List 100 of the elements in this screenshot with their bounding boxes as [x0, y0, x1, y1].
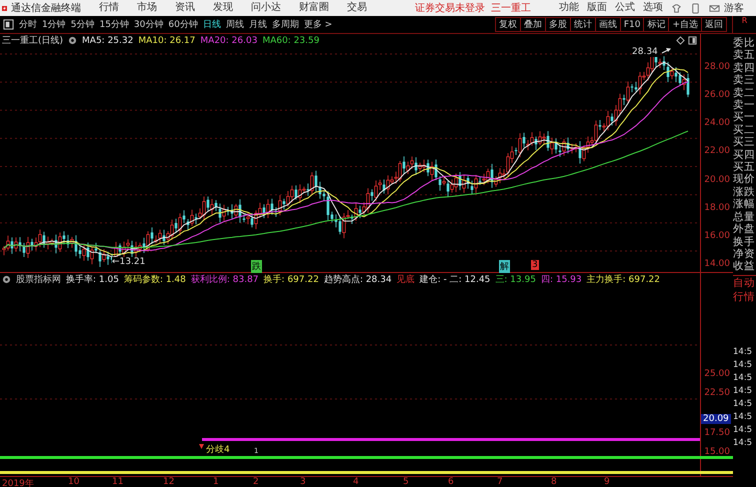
login-status[interactable]: 证券交易未登录 [415, 1, 485, 15]
low-price-label: ←13.21 [112, 257, 146, 267]
signal-label: 3 [531, 260, 539, 270]
moving-average-value: MA60: 23.59 [262, 36, 320, 46]
quote-label: 总量 [733, 210, 756, 224]
menu-item[interactable]: 市场 [137, 2, 157, 14]
moving-average-value: MA5: 25.32 [82, 36, 134, 46]
period-tab[interactable]: 多周期 [272, 18, 299, 31]
quote-label: 现价 [733, 173, 756, 186]
menu-item[interactable]: 交易 [347, 2, 367, 14]
chart-tool-button[interactable]: 标记 [643, 17, 670, 32]
signal-label: 解 [499, 260, 510, 273]
indicator-value: 换手率: 1.05 [66, 274, 119, 286]
menu-item[interactable]: 资讯 [175, 2, 195, 14]
indicator-value: 四: 15.93 [540, 274, 582, 286]
quote-label: 买五 [733, 161, 756, 174]
moving-average-value: MA20: 26.03 [200, 36, 258, 46]
chart-tool-button[interactable]: +自选 [668, 17, 702, 32]
quote-label: 涨幅 [733, 198, 756, 211]
phone-icon[interactable] [690, 2, 701, 14]
period-tab[interactable]: 60分钟 [168, 18, 198, 31]
period-tab[interactable]: 30分钟 [134, 18, 164, 31]
trade-time: 14:5 [733, 385, 754, 398]
user-name[interactable]: 游客 [724, 1, 744, 15]
quote-label: 买二 [733, 124, 756, 136]
shirt-icon[interactable] [671, 2, 682, 14]
period-tab[interactable]: 周线 [226, 18, 244, 31]
price-axis-label: 18.00 [704, 202, 730, 213]
high-price-label: 28.34 [632, 47, 658, 57]
indicator-value: 换手: 697.22 [264, 274, 319, 286]
date-axis-label: 12 [163, 477, 174, 487]
chart-tool-button[interactable]: 画线 [594, 17, 621, 32]
settings-icon[interactable] [2, 274, 11, 284]
date-axis-label: 8 [551, 477, 557, 487]
tool-menu-item[interactable]: 版面 [587, 2, 607, 14]
chart-tool-button[interactable]: 复权 [494, 17, 521, 32]
date-axis-label: 6 [448, 477, 454, 487]
chart-tool-button[interactable]: 返回 [701, 17, 727, 32]
indicator-value: 获利比例: 83.87 [190, 274, 259, 286]
panel-label: R [742, 16, 748, 27]
period-tab[interactable]: 15分钟 [99, 18, 129, 31]
date-axis-label: 5 [403, 477, 409, 487]
trade-time: 14:5 [733, 359, 754, 372]
diamond-icon[interactable] [676, 36, 685, 45]
quote-label: 涨跌 [733, 186, 756, 198]
panel-toggle-icon[interactable] [3, 19, 14, 30]
quote-label: 自动 [733, 276, 756, 290]
period-tab[interactable]: 分时 [19, 18, 37, 31]
app-name: 通达信金融终端 [11, 2, 81, 15]
indicator-name: 股票指标网 [16, 274, 61, 286]
chart-tool-button[interactable]: 统计 [570, 17, 596, 32]
price-axis-label: 20.00 [704, 174, 730, 185]
period-tab[interactable]: 5分钟 [70, 18, 94, 31]
mail-icon[interactable] [709, 2, 720, 14]
quote-label: 卖五 [733, 49, 756, 62]
price-axis-label: 26.00 [704, 90, 730, 100]
indicator-axis-label: 22.50 [704, 388, 730, 398]
trade-time: 14:5 [733, 372, 754, 385]
window-icon[interactable] [688, 36, 697, 45]
signal-label: 跌 [251, 260, 262, 273]
menu-item[interactable]: 发现 [213, 2, 233, 14]
date-axis-label: 4 [353, 477, 359, 487]
indicator-value: 建仓: - 二: 12.45 [420, 274, 490, 286]
quote-label: 买三 [733, 136, 756, 149]
quote-label: 净资 [733, 248, 756, 260]
date-axis-label: 2 [253, 477, 259, 487]
settings-icon[interactable] [68, 36, 78, 45]
tool-menu-item[interactable]: 公式 [615, 2, 635, 14]
chart-tool-button[interactable]: 叠加 [520, 17, 546, 32]
quote-label: 买一 [733, 111, 756, 124]
quote-label: 买四 [733, 148, 756, 162]
leader-line [662, 48, 671, 54]
date-axis-label: 2019年 [2, 478, 34, 487]
menu-item[interactable]: 问小达 [251, 2, 281, 14]
trade-time: 14:5 [733, 398, 754, 411]
tool-menu-item[interactable]: 功能 [559, 2, 579, 14]
period-tab[interactable]: 更多 > [304, 18, 332, 31]
quote-label: 外盘 [733, 223, 756, 236]
tool-menu-item[interactable]: 选项 [643, 2, 663, 14]
menu-item[interactable]: 行情 [99, 2, 119, 14]
chart-tool-button[interactable]: 多股 [544, 17, 571, 32]
indicator-axis-label: 17.50 [704, 428, 730, 438]
menu-item[interactable]: 财富圈 [299, 2, 329, 14]
chart-tool-button[interactable]: F10 [620, 17, 644, 32]
quote-label: 卖三 [733, 74, 756, 87]
trade-time: 14:5 [733, 346, 754, 359]
period-tab[interactable]: 月线 [248, 18, 267, 31]
price-axis-label: 16.00 [704, 230, 730, 241]
indicator-value: 三: 13.95 [495, 274, 536, 286]
trade-time: 14:5 [733, 424, 754, 437]
price-axis-label: 28.00 [704, 62, 730, 72]
quote-label: 卖一 [733, 99, 756, 112]
moving-average-value: MA10: 26.17 [138, 36, 196, 46]
indicator-value: 趋势高点: 28.34 [324, 274, 392, 286]
divergence-label: 分歧4 [206, 444, 230, 456]
quote-label: 收益 [733, 260, 756, 273]
period-tab[interactable]: 1分钟 [42, 18, 66, 31]
indicator-value: 筹码参数: 1.48 [124, 274, 186, 286]
current-value-label: 20.09 [701, 414, 731, 424]
period-tab[interactable]: 日线 [202, 18, 221, 31]
